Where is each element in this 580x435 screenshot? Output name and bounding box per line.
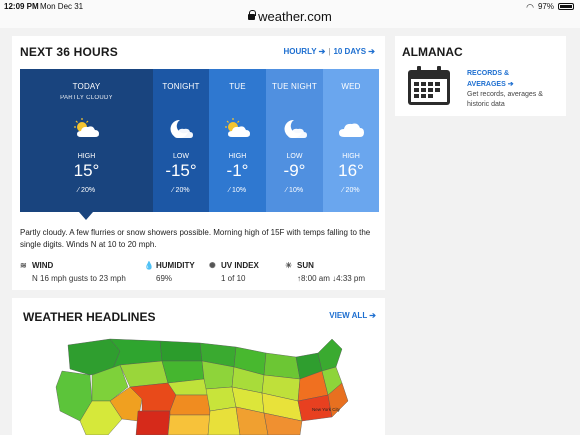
period-high-low: LOW xyxy=(286,153,303,160)
period-high-low: HIGH xyxy=(228,153,247,160)
address-bar[interactable]: weather.com xyxy=(0,9,580,24)
sun-detail: ☀ SUN ↑8:00 am ↓4:33 pm xyxy=(285,260,366,283)
wind-icon: ≋ xyxy=(20,260,27,270)
calendar-icon xyxy=(408,66,450,105)
sun-times: ↑8:00 am ↓4:33 pm xyxy=(285,274,365,283)
headlines-title: WEATHER HEADLINES xyxy=(23,310,156,324)
almanac-card: ALMANAC RECORDS & AVERAGES ➔ Get records… xyxy=(395,36,566,116)
forecast-card: NEXT 36 HOURS HOURLY ➔ | 10 DAYS ➔ TODAY… xyxy=(12,36,385,290)
period-high-low: LOW xyxy=(173,153,189,160)
period-tue-night[interactable]: TUE NIGHT LOW -9° ⁄ 10% xyxy=(266,69,323,212)
records-averages-link[interactable]: RECORDS & AVERAGES ➔ xyxy=(467,68,514,90)
period-temperature: -1° xyxy=(226,161,249,180)
uv-detail: ✺ UV INDEX 1 of 10 xyxy=(209,260,259,283)
status-bar: 12:09 PM Mon Dec 31 ◠ 97% weather.com xyxy=(0,0,580,28)
period-precip: ⁄ 20% xyxy=(172,187,190,194)
period-today[interactable]: TODAY PARTLY CLOUDY HIGH 15° ⁄ 20% xyxy=(20,69,153,212)
period-temperature: -9° xyxy=(283,161,306,180)
view-all-link[interactable]: VIEW ALL ➔ xyxy=(329,311,376,320)
period-temperature: -15° xyxy=(165,161,197,180)
period-label: TODAY xyxy=(72,82,101,91)
period-tonight[interactable]: TONIGHT LOW -15° ⁄ 20% xyxy=(153,69,209,212)
map-city-label: New York City xyxy=(312,407,341,412)
period-wed[interactable]: WED HIGH 16° ⁄ 20% xyxy=(323,69,379,212)
period-precip: ⁄ 20% xyxy=(77,187,96,194)
sunset-time: 4:33 pm xyxy=(336,274,366,283)
humidity-value: 69% xyxy=(156,274,173,283)
partly-cloudy-day-icon xyxy=(224,118,250,137)
humidity-icon: 💧 xyxy=(144,260,154,270)
forecast-title: NEXT 36 HOURS xyxy=(20,45,118,59)
ten-days-link[interactable]: 10 DAYS ➔ xyxy=(333,47,375,56)
link-separator: | xyxy=(328,47,331,56)
period-label: WED xyxy=(341,82,361,91)
cloudy-icon xyxy=(339,123,364,137)
selected-period-pointer xyxy=(79,212,93,220)
almanac-description: Get records, averages & historic data xyxy=(467,91,543,108)
period-label: TUE xyxy=(229,82,246,91)
wind-value: N 16 mph gusts to 23 mph xyxy=(32,274,126,283)
url-text: weather.com xyxy=(258,9,332,24)
partly-cloudy-night-icon xyxy=(170,119,193,138)
period-precip: ⁄ 20% xyxy=(342,187,360,194)
period-label: TONIGHT xyxy=(162,82,200,91)
uv-icon: ✺ xyxy=(209,260,216,270)
headlines-card: WEATHER HEADLINES VIEW ALL ➔ New York Ci… xyxy=(12,298,385,435)
period-high-low: HIGH xyxy=(77,153,96,160)
period-tue[interactable]: TUE HIGH -1° ⁄ 10% xyxy=(209,69,266,212)
period-temperature: 15° xyxy=(73,161,100,180)
wind-detail: ≋ WIND N 16 mph gusts to 23 mph xyxy=(20,260,126,283)
period-precip: ⁄ 10% xyxy=(285,187,304,194)
sun-icon: ☀ xyxy=(285,260,293,270)
forecast-links: HOURLY ➔ | 10 DAYS ➔ xyxy=(284,47,375,56)
forecast-periods: TODAY PARTLY CLOUDY HIGH 15° ⁄ 20% TONIG… xyxy=(20,69,379,212)
forecast-details: ≋ WIND N 16 mph gusts to 23 mph 💧 HUMIDITY… xyxy=(20,261,379,287)
us-weather-map[interactable]: New York City xyxy=(50,331,350,435)
forecast-narrative: Partly cloudy. A few flurries or snow sh… xyxy=(20,228,371,249)
humidity-detail: 💧 HUMIDITY 69% xyxy=(144,260,195,283)
sunrise-time: 8:00 am xyxy=(301,274,330,283)
partly-cloudy-day-icon xyxy=(73,118,99,137)
lock-icon xyxy=(248,10,257,20)
almanac-title: ALMANAC xyxy=(402,45,463,59)
partly-cloudy-night-icon xyxy=(284,119,307,138)
period-label: TUE NIGHT xyxy=(272,82,317,91)
hourly-link[interactable]: HOURLY ➔ xyxy=(284,47,326,56)
period-precip: ⁄ 10% xyxy=(228,187,247,194)
period-temperature: 16° xyxy=(338,161,364,180)
period-condition: PARTLY CLOUDY xyxy=(60,95,113,101)
uv-value: 1 of 10 xyxy=(221,274,246,283)
period-high-low: HIGH xyxy=(342,153,360,160)
